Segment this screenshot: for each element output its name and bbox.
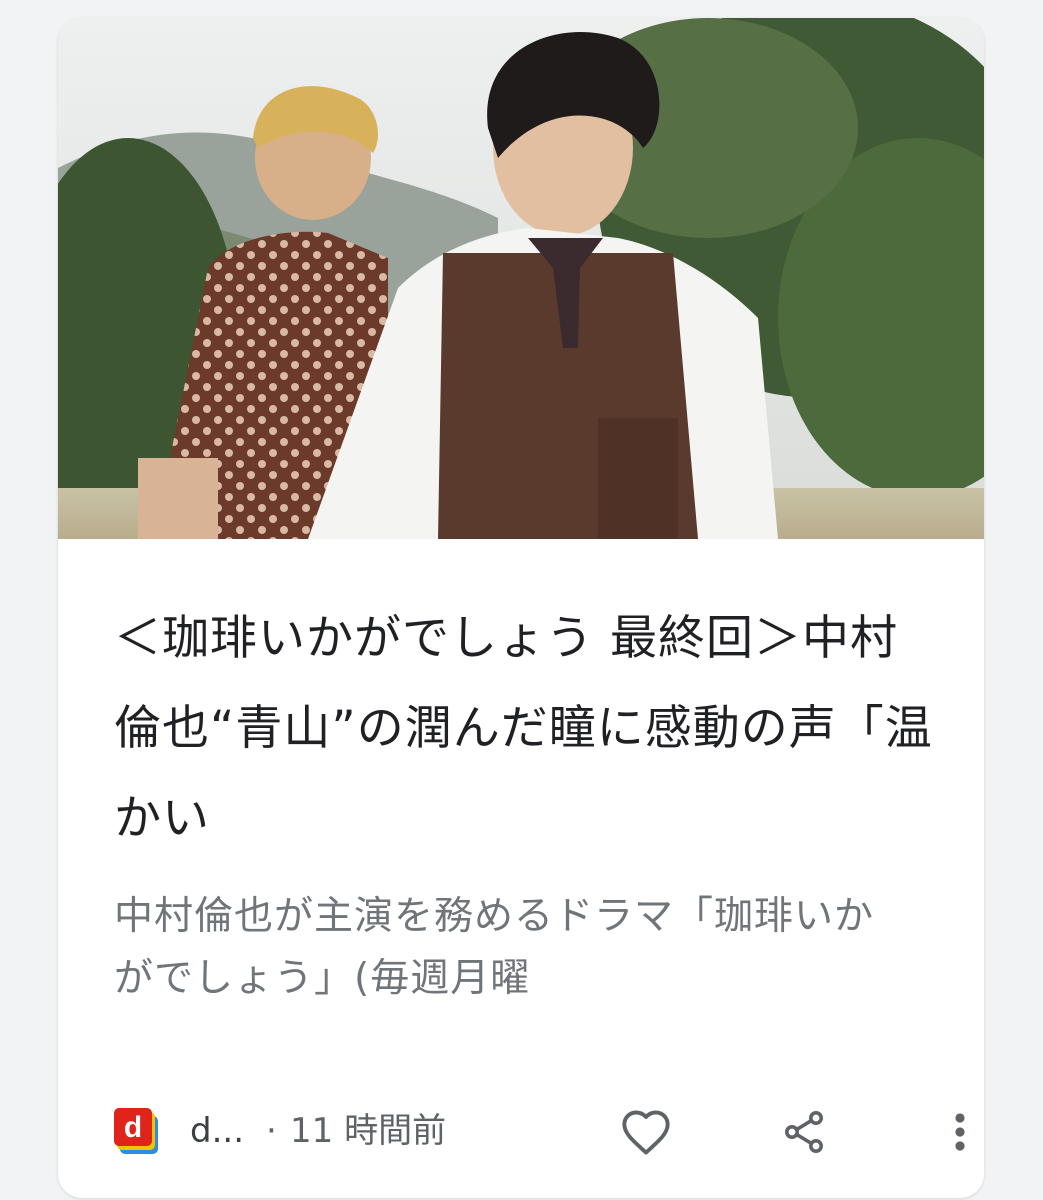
like-button[interactable] — [614, 1100, 678, 1164]
publisher-name[interactable]: d... — [190, 1106, 244, 1156]
meta-separator: · — [266, 1111, 277, 1151]
article-snippet: 中村倫也が主演を務めるドラマ「珈琲いかがでしょう」(毎週月曜 — [114, 894, 875, 1001]
publisher-logo-icon: d — [114, 1108, 158, 1154]
publisher-logo-letter: d — [124, 1111, 142, 1144]
share-button[interactable] — [772, 1100, 836, 1164]
article-headline[interactable]: ＜珈琲いかがでしょう 最終回＞中村倫也“青山”の潤んだ瞳に感動の声「温かい — [114, 594, 934, 864]
more-vert-icon — [955, 1113, 965, 1151]
published-time: 11 時間前 — [290, 1111, 447, 1151]
more-options-button[interactable] — [928, 1100, 984, 1164]
share-icon — [785, 1111, 823, 1153]
article-thumbnail[interactable] — [58, 18, 984, 539]
card-footer: d d... · 11 時間前 — [114, 1088, 965, 1174]
news-card[interactable]: ＜珈琲いかがでしょう 最終回＞中村倫也“青山”の潤んだ瞳に感動の声「温かい 中村… — [58, 18, 984, 1198]
heart-outline-icon — [622, 1110, 670, 1155]
thumbnail-illustration — [58, 18, 984, 539]
